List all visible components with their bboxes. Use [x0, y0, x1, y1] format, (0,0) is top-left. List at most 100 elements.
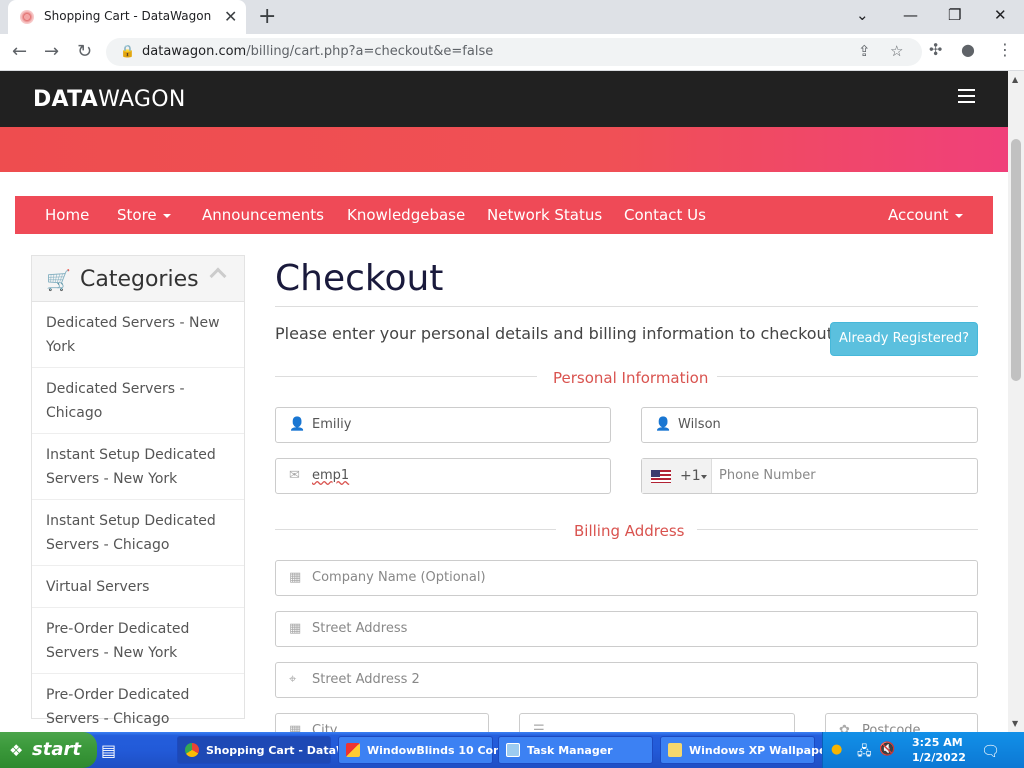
task-manager-icon [506, 743, 520, 757]
back-icon[interactable]: ← [12, 41, 27, 62]
sidebar-item-dedicated-chicago[interactable]: Dedicated Servers - Chicago [32, 368, 244, 434]
start-button[interactable]: ❖ start [0, 732, 97, 768]
tab-title: Shopping Cart - DataWagon [44, 9, 212, 23]
chevron-down-icon [162, 213, 171, 218]
country-code-selector[interactable]: +1 [642, 459, 712, 493]
windows-logo-icon: ❖ [9, 741, 24, 760]
folder-icon [668, 743, 682, 757]
site-favicon-icon [20, 10, 34, 24]
scroll-thumb[interactable] [1011, 139, 1021, 381]
clock-time[interactable]: 3:25 AM [912, 736, 963, 749]
divider [275, 376, 537, 377]
minimize-icon[interactable]: — [903, 6, 918, 24]
map-marker-icon: ⌖ [289, 672, 297, 687]
security-shield-icon[interactable]: ● [831, 742, 842, 757]
nav-knowledgebase[interactable]: Knowledgebase [347, 206, 465, 224]
site-header: DATAWAGON [0, 71, 1008, 127]
chrome-icon [185, 743, 199, 757]
show-desktop-icon[interactable]: ▤ [101, 741, 116, 760]
chevron-up-icon[interactable] [209, 267, 227, 285]
phone-placeholder: Phone Number [719, 468, 816, 483]
categories-panel: 🛒 Categories Dedicated Servers - New Yor… [31, 255, 245, 727]
reload-icon[interactable]: ↻ [77, 41, 92, 62]
network-icon[interactable]: 🖧 [857, 742, 872, 764]
divider [275, 306, 978, 307]
phone-field[interactable]: +1 Phone Number [641, 458, 978, 494]
street-address-field[interactable]: ▦ Street Address [275, 611, 978, 647]
nav-announcements[interactable]: Announcements [202, 206, 324, 224]
chevron-down-icon [954, 213, 963, 218]
browser-tab-strip: Shopping Cart - DataWagon ✕ + ⌄ — ❐ ✕ [0, 0, 1024, 34]
shopping-cart-icon: 🛒 [46, 268, 71, 292]
close-tab-icon[interactable]: ✕ [224, 7, 237, 26]
browser-tab[interactable]: Shopping Cart - DataWagon ✕ [8, 0, 246, 34]
notification-icon[interactable]: 🗨 [981, 742, 1000, 760]
city-field[interactable]: ▦ City [275, 713, 489, 732]
state-field[interactable]: ☰ [519, 713, 795, 732]
main-navigation: Home Store Announcements Knowledgebase N… [15, 196, 993, 234]
clock-date[interactable]: 1/2/2022 [912, 751, 966, 764]
taskbar: ❖ start ▤ Shopping Cart - DataW... Windo… [0, 732, 1024, 768]
forward-icon[interactable]: → [44, 41, 59, 62]
restore-icon[interactable]: ❐ [948, 6, 961, 24]
page-title: Checkout [275, 258, 444, 299]
header-banner [0, 127, 1008, 172]
tab-search-chevron-icon[interactable]: ⌄ [856, 6, 869, 24]
extensions-icon[interactable]: ✣ [929, 40, 942, 59]
task-windows-xp-wallpaper[interactable]: Windows XP Wallpaper [660, 736, 832, 764]
nav-account[interactable]: Account [888, 206, 963, 224]
new-tab-icon[interactable]: + [258, 4, 276, 29]
building-icon: ▦ [289, 570, 302, 585]
nav-home[interactable]: Home [45, 206, 89, 224]
browser-toolbar: ← → ↻ 🔒 datawagon.com/billing/cart.php?a… [0, 34, 1024, 71]
address-bar[interactable]: 🔒 datawagon.com/billing/cart.php?a=check… [106, 38, 922, 66]
user-icon: 👤 [655, 417, 672, 432]
sidebar-item-preorder-new-york[interactable]: Pre-Order Dedicated Servers - New York [32, 608, 244, 674]
hamburger-menu-icon[interactable] [958, 89, 975, 103]
nav-contact-us[interactable]: Contact Us [624, 206, 706, 224]
browser-menu-icon[interactable]: ⋮ [997, 40, 1013, 59]
close-window-icon[interactable]: ✕ [994, 6, 1007, 24]
scroll-down-arrow-icon[interactable]: ▼ [1012, 719, 1018, 728]
building-icon: ▦ [289, 621, 302, 636]
sidebar-item-instant-chicago[interactable]: Instant Setup Dedicated Servers - Chicag… [32, 500, 244, 566]
map-signs-icon: ☰ [533, 723, 545, 732]
volume-muted-icon[interactable]: 🔇 [879, 742, 895, 757]
checkout-intro: Please enter your personal details and b… [275, 324, 839, 343]
envelope-icon: ✉ [289, 468, 300, 483]
divider [717, 376, 978, 377]
site-logo[interactable]: DATAWAGON [33, 87, 186, 112]
divider [697, 529, 978, 530]
page-viewport: DATAWAGON Home Store Announcements Knowl… [0, 71, 1008, 732]
already-registered-button[interactable]: Already Registered? [830, 322, 978, 356]
task-shopping-cart[interactable]: Shopping Cart - DataW... [177, 736, 360, 764]
nav-network-status[interactable]: Network Status [487, 206, 602, 224]
scroll-up-arrow-icon[interactable]: ▲ [1012, 75, 1018, 84]
user-icon: 👤 [289, 417, 306, 432]
task-windowblinds[interactable]: WindowBlinds 10 Conf... [338, 736, 518, 764]
email-field[interactable]: ✉ emp1 [275, 458, 611, 494]
profile-icon[interactable]: ● [961, 40, 975, 59]
bookmark-star-icon[interactable]: ☆ [890, 42, 903, 60]
system-tray: ● 🖧 🔇 3:25 AM 1/2/2022 🗨 [822, 732, 1024, 768]
sidebar-item-dedicated-new-york[interactable]: Dedicated Servers - New York [32, 302, 244, 368]
share-icon[interactable]: ⇪ [858, 42, 871, 60]
first-name-field[interactable]: 👤 Emiliy [275, 407, 611, 443]
page-scrollbar[interactable]: ▲ ▼ [1008, 71, 1024, 732]
sidebar-item-virtual-servers[interactable]: Virtual Servers [32, 566, 244, 608]
chevron-down-icon [701, 475, 707, 479]
company-name-field[interactable]: ▦ Company Name (Optional) [275, 560, 978, 596]
nav-store[interactable]: Store [117, 206, 171, 224]
building-icon: ▦ [289, 723, 302, 732]
url-text: datawagon.com/billing/cart.php?a=checkou… [142, 44, 494, 59]
windowblinds-icon [346, 743, 360, 757]
last-name-field[interactable]: 👤 Wilson [641, 407, 978, 443]
lock-icon[interactable]: 🔒 [120, 44, 135, 58]
sidebar-item-preorder-chicago[interactable]: Pre-Order Dedicated Servers - Chicago [32, 674, 244, 732]
categories-header[interactable]: 🛒 Categories [32, 256, 244, 302]
postcode-field[interactable]: ✿ Postcode [825, 713, 978, 732]
sidebar-item-instant-new-york[interactable]: Instant Setup Dedicated Servers - New Yo… [32, 434, 244, 500]
task-task-manager[interactable]: Task Manager [498, 736, 653, 764]
street-address-2-field[interactable]: ⌖ Street Address 2 [275, 662, 978, 698]
categories-title: Categories [80, 267, 199, 292]
